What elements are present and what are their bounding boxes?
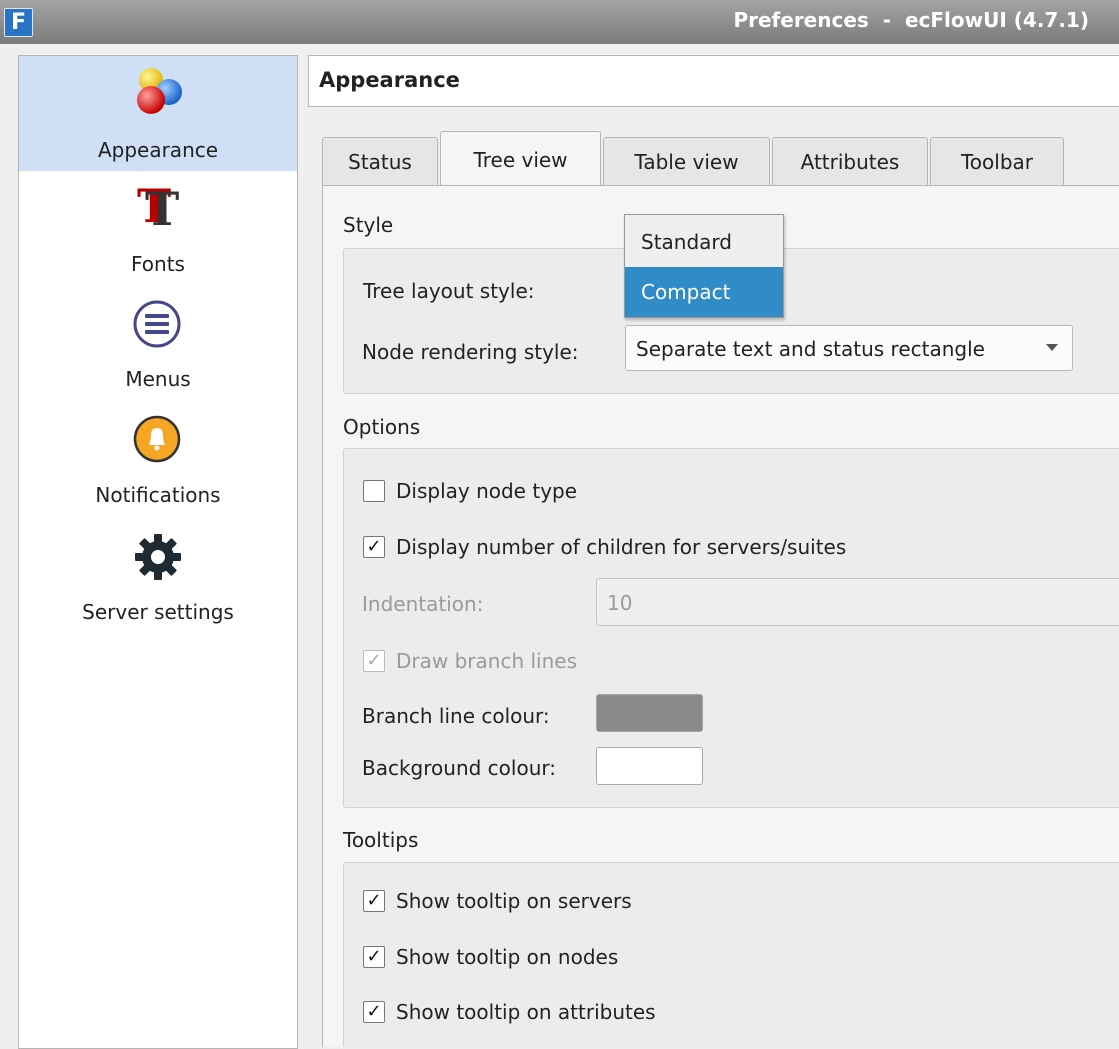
app-logo-icon: F <box>4 8 33 37</box>
bell-icon <box>133 415 181 463</box>
tab-label: Toolbar <box>960 150 1034 174</box>
style-group-title: Style <box>343 213 394 237</box>
background-colour-label: Background colour: <box>362 756 556 780</box>
tab-tree-view[interactable]: Tree view <box>440 131 601 186</box>
tooltip-nodes-label: Show tooltip on nodes <box>396 945 619 969</box>
draw-branch-lines-label: Draw branch lines <box>396 649 577 673</box>
title-bar: F Preferences - ecFlowUI (4.7.1) <box>0 0 1119 44</box>
dropdown-option-standard[interactable]: Standard <box>625 217 783 267</box>
options-group-title: Options <box>343 415 421 439</box>
tab-status[interactable]: Status <box>322 137 438 185</box>
balls-icon <box>137 68 182 114</box>
tooltip-attributes-checkbox[interactable]: ✓ <box>363 1001 385 1023</box>
sidebar-item-label: Menus <box>125 367 191 391</box>
tooltip-attributes-label: Show tooltip on attributes <box>396 1000 656 1024</box>
indentation-value: 10 <box>607 591 633 615</box>
sidebar-item-label: Notifications <box>95 483 221 507</box>
tooltips-group-title: Tooltips <box>343 828 419 852</box>
gear-icon <box>135 534 181 580</box>
tab-label: Status <box>348 150 412 174</box>
display-children-checkbox[interactable]: ✓ <box>363 536 385 558</box>
indentation-label: Indentation: <box>362 592 484 616</box>
tab-attributes[interactable]: Attributes <box>772 137 928 185</box>
sidebar-item-appearance[interactable]: Appearance <box>19 56 297 171</box>
page-title: Appearance <box>319 68 460 92</box>
font-icon: T T <box>137 179 179 228</box>
sidebar-item-notifications[interactable]: Notifications <box>19 401 297 516</box>
node-rendering-style-value: Separate text and status rectangle <box>636 337 985 361</box>
sidebar-item-fonts[interactable]: T T Fonts <box>19 171 297 286</box>
svg-text:T: T <box>145 182 179 228</box>
node-rendering-style-select[interactable]: Separate text and status rectangle <box>625 325 1073 371</box>
tab-table-view[interactable]: Table view <box>603 137 770 185</box>
check-icon: ✓ <box>366 890 382 911</box>
menu-icon <box>133 300 181 348</box>
preferences-sidebar: Appearance T T Fonts Menus Notifications <box>18 55 298 1049</box>
tooltip-servers-checkbox[interactable]: ✓ <box>363 890 385 912</box>
display-node-type-checkbox[interactable] <box>363 480 385 502</box>
tab-label: Tree view <box>473 148 568 172</box>
branch-line-colour-label: Branch line colour: <box>362 704 550 728</box>
branch-line-colour-button[interactable] <box>596 694 703 732</box>
display-children-label: Display number of children for servers/s… <box>396 535 847 559</box>
window-title: Preferences - ecFlowUI (4.7.1) <box>733 8 1089 32</box>
tree-layout-style-label: Tree layout style: <box>363 279 535 303</box>
tab-label: Attributes <box>800 150 900 174</box>
chevron-down-icon <box>1046 344 1058 351</box>
tab-toolbar[interactable]: Toolbar <box>930 137 1064 185</box>
check-icon: ✓ <box>366 946 382 967</box>
draw-branch-lines-checkbox[interactable]: ✓ <box>363 650 385 672</box>
tree-layout-style-dropdown: Standard Compact <box>624 214 784 318</box>
sidebar-item-menus[interactable]: Menus <box>19 286 297 401</box>
sidebar-item-label: Server settings <box>82 600 234 624</box>
indentation-input[interactable]: 10 <box>596 578 1119 626</box>
sidebar-item-label: Fonts <box>131 252 185 276</box>
display-node-type-label: Display node type <box>396 479 578 503</box>
tooltip-nodes-checkbox[interactable]: ✓ <box>363 946 385 968</box>
sidebar-item-server-settings[interactable]: Server settings <box>19 516 297 631</box>
dropdown-option-compact[interactable]: Compact <box>625 267 783 317</box>
tab-label: Table view <box>634 150 739 174</box>
background-colour-button[interactable] <box>596 747 703 785</box>
tooltip-servers-label: Show tooltip on servers <box>396 889 632 913</box>
check-icon: ✓ <box>366 650 382 671</box>
check-icon: ✓ <box>366 536 382 557</box>
page-title-bar: Appearance <box>308 55 1119 107</box>
sidebar-item-label: Appearance <box>97 138 219 162</box>
node-rendering-style-label: Node rendering style: <box>362 340 579 364</box>
check-icon: ✓ <box>366 1001 382 1022</box>
